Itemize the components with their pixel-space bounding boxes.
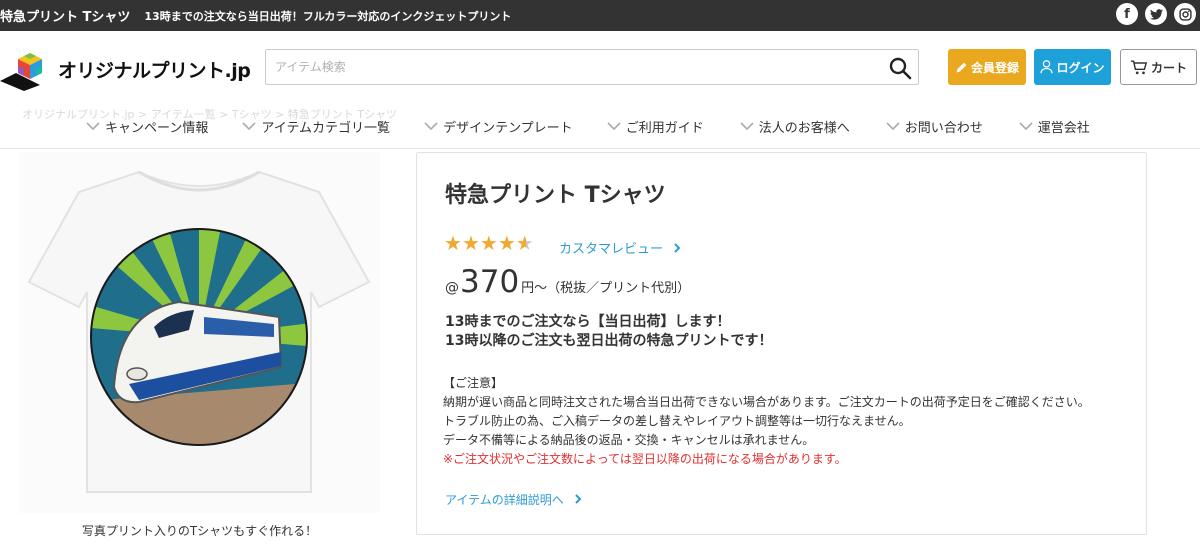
item-detail-link[interactable]: アイテムの詳細説明へ xyxy=(445,491,584,508)
star-icon: ★ xyxy=(444,231,462,255)
chevron-down-icon xyxy=(886,122,900,131)
top-bar: 特急プリント Tシャツ 13時までの注文なら当日出荷！フルカラー対応のインクジェ… xyxy=(0,0,1200,31)
logo-cube-icon xyxy=(0,47,56,91)
main-nav: オリジナルプリント.jp > アイテム一覧 > Tシャツ > 特急プリント Tシ… xyxy=(0,106,1200,148)
chevron-down-icon xyxy=(607,122,621,131)
chevron-right-icon xyxy=(574,494,582,504)
price-value: 370 xyxy=(460,264,520,300)
product-title: 特急プリント Tシャツ xyxy=(445,183,666,208)
instagram-icon[interactable] xyxy=(1174,3,1196,25)
facebook-icon[interactable]: f xyxy=(1116,3,1138,25)
nav-item[interactable]: お問い合わせ xyxy=(886,117,983,136)
nav-item[interactable]: ご利用ガイド xyxy=(607,117,704,136)
product-image[interactable] xyxy=(19,152,380,513)
star-icon: ★ xyxy=(479,231,498,255)
tagline: 13時までの注文なら当日出荷！フルカラー対応のインクジェットプリント xyxy=(144,9,512,23)
notice-line: トラブル防止の為、ご入稿データの差し替えやレイアウト調整等は一切行なえません。 xyxy=(443,414,911,428)
notice-warning: ※ご注文状況やご注文数によっては翌日以降の出荷になる場合があります。 xyxy=(443,452,847,466)
nav-items: キャンペーン情報 アイテムカテゴリ一覧 デザインテンプレート ご利用ガイド 法人のお客様… xyxy=(86,117,1090,136)
shipping-headline: 13時までのご注文なら【当日出荷】します！ 13時以降のご注文も翌日出荷の特急プ… xyxy=(445,313,772,351)
site-logo[interactable]: オリジナルプリント.jp xyxy=(0,47,251,91)
register-button[interactable]: 会員登録 xyxy=(948,49,1026,85)
search-input[interactable] xyxy=(266,50,866,84)
divider xyxy=(0,148,1200,149)
nav-item[interactable]: アイテムカテゴリ一覧 xyxy=(242,117,390,136)
item-detail-label: アイテムの詳細説明へ xyxy=(445,493,564,507)
chevron-right-icon xyxy=(674,243,681,253)
cart-button[interactable]: カート xyxy=(1120,49,1197,85)
headline-line-1: 13時までのご注文なら【当日出荷】します！ xyxy=(445,314,731,330)
login-button[interactable]: ログイン xyxy=(1034,49,1111,85)
register-label: 会員登録 xyxy=(970,60,1019,75)
nav-item-label: キャンペーン情報 xyxy=(105,121,209,136)
price: @ 370 円～（税抜／プリント代別） xyxy=(445,264,690,300)
rating-stars: ★ ★ ★ ★ ★ xyxy=(444,233,534,253)
half-star-icon: ★ xyxy=(515,231,534,255)
chevron-down-icon xyxy=(1019,122,1033,131)
notice-title: 【ご注意】 xyxy=(443,376,504,390)
notice-line: データ不備等による納品後の返品・交換・キャンセルは承れません。 xyxy=(443,433,815,447)
cart-icon xyxy=(1130,59,1148,74)
product-info-panel: 特急プリント Tシャツ ★ ★ ★ ★ ★ カスタマレビュー @ 370 円～（… xyxy=(416,152,1147,535)
star-icon: ★ xyxy=(461,231,480,255)
cart-label: カート xyxy=(1150,60,1187,75)
site-title: 特急プリント Tシャツ xyxy=(0,10,131,25)
chevron-down-icon xyxy=(424,122,438,131)
search-icon[interactable] xyxy=(888,56,912,80)
chevron-down-icon xyxy=(242,122,256,131)
nav-item-label: ご利用ガイド xyxy=(625,121,704,136)
review-link-label: カスタマレビュー xyxy=(559,242,664,257)
nav-item-label: お問い合わせ xyxy=(904,121,983,136)
header: オリジナルプリント.jp 会員登録 ログイン カート xyxy=(0,31,1200,106)
image-caption: 写真プリント入りのTシャツもすぐ作れる！ xyxy=(81,524,318,538)
nav-item[interactable]: キャンペーン情報 xyxy=(86,117,208,136)
logo-text: オリジナルプリント.jp xyxy=(58,59,251,82)
social-links: f xyxy=(1116,3,1196,25)
nav-item[interactable]: デザインテンプレート xyxy=(424,117,573,136)
chevron-down-icon xyxy=(86,122,100,131)
nav-item[interactable]: 運営会社 xyxy=(1019,117,1090,136)
twitter-icon[interactable] xyxy=(1145,3,1167,25)
review-link[interactable]: カスタマレビュー xyxy=(559,238,683,257)
price-prefix: @ xyxy=(445,280,459,296)
notice-line: 納期が遅い商品と同時注文された場合当日出荷できない場合があります。ご注文カートの… xyxy=(443,395,1090,409)
pencil-icon xyxy=(956,62,967,72)
nav-item[interactable]: 法人のお客様へ xyxy=(740,117,850,136)
price-suffix: 円～（税抜／プリント代別） xyxy=(521,281,691,296)
nav-item-label: デザインテンプレート xyxy=(443,121,573,136)
nav-item-label: 運営会社 xyxy=(1037,121,1090,136)
nav-item-label: アイテムカテゴリ一覧 xyxy=(261,121,391,136)
nav-item-label: 法人のお客様へ xyxy=(758,121,850,136)
search-box xyxy=(265,49,919,85)
chevron-down-icon xyxy=(740,122,754,131)
headline-line-2: 13時以降のご注文も翌日出荷の特急プリントです！ xyxy=(445,333,773,349)
notice-block: 【ご注意】 納期が遅い商品と同時注文された場合当日出荷できない場合があります。ご… xyxy=(443,374,1090,469)
login-label: ログイン xyxy=(1056,60,1105,75)
user-icon xyxy=(1040,60,1054,74)
star-icon: ★ xyxy=(497,231,516,255)
